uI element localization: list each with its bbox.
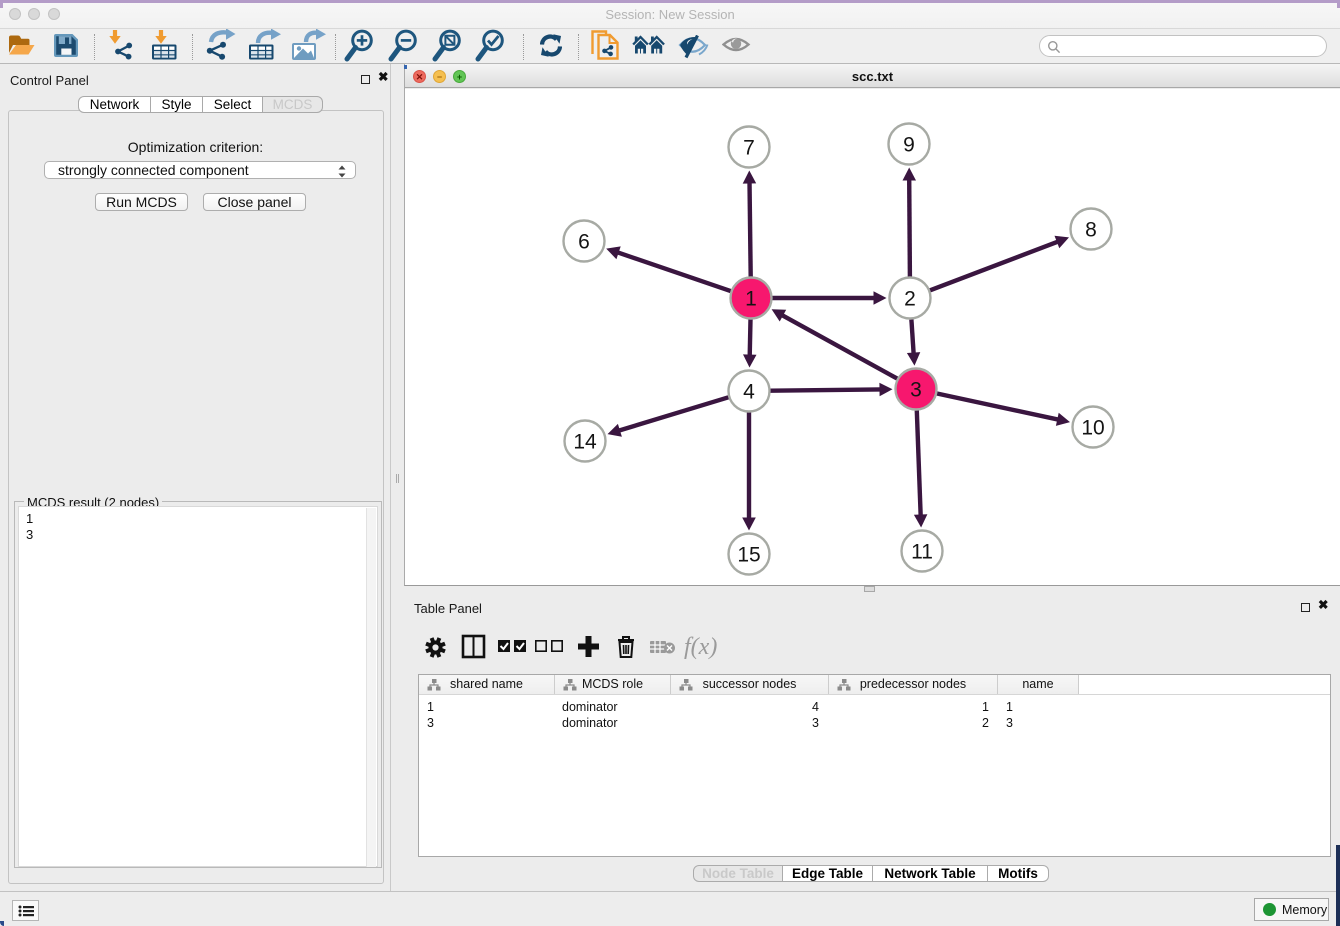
svg-text:1: 1 (745, 288, 757, 311)
svg-text:6: 6 (578, 231, 590, 254)
svg-text:10: 10 (1081, 417, 1104, 440)
svg-text:15: 15 (737, 544, 760, 567)
svg-text:9: 9 (903, 134, 915, 157)
svg-text:7: 7 (743, 137, 755, 160)
svg-text:3: 3 (910, 379, 922, 402)
svg-text:2: 2 (904, 288, 916, 311)
svg-text:14: 14 (573, 431, 597, 454)
svg-text:4: 4 (743, 381, 755, 404)
svg-text:11: 11 (911, 541, 933, 564)
svg-text:8: 8 (1085, 219, 1097, 242)
